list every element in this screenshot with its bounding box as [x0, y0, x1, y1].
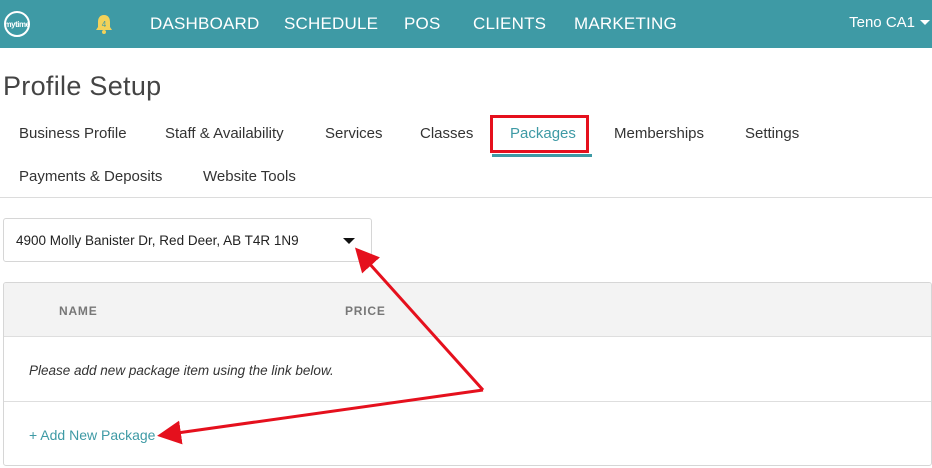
top-navigation-bar: mytime 4 DASHBOARD SCHEDULE POS CLIENTS … — [0, 0, 932, 48]
tab-packages[interactable]: Packages — [510, 125, 576, 142]
empty-state-message: Please add new package item using the li… — [29, 363, 334, 378]
location-select-value: 4900 Molly Banister Dr, Red Deer, AB T4R… — [16, 232, 299, 248]
notification-bell-icon[interactable]: 4 — [94, 13, 114, 35]
caret-down-icon — [343, 238, 355, 244]
row-divider — [4, 401, 931, 402]
user-name: Teno CA1 — [849, 14, 915, 31]
column-header-price: PRICE — [345, 304, 386, 318]
tab-website-tools[interactable]: Website Tools — [203, 168, 296, 185]
nav-clients[interactable]: CLIENTS — [473, 14, 546, 34]
tabs-divider — [0, 197, 932, 198]
location-select[interactable]: 4900 Molly Banister Dr, Red Deer, AB T4R… — [3, 218, 372, 262]
tab-settings[interactable]: Settings — [745, 125, 799, 142]
tab-classes[interactable]: Classes — [420, 125, 473, 142]
chevron-down-icon — [920, 20, 930, 25]
logo-text: mytime — [4, 19, 31, 29]
mytime-logo[interactable]: mytime — [4, 11, 60, 37]
packages-table: NAME PRICE Please add new package item u… — [3, 282, 932, 466]
nav-marketing[interactable]: MARKETING — [574, 14, 677, 34]
tab-memberships[interactable]: Memberships — [614, 125, 704, 142]
tab-business-profile[interactable]: Business Profile — [19, 125, 127, 142]
notification-count: 4 — [102, 20, 107, 29]
column-header-name: NAME — [59, 304, 98, 318]
active-tab-indicator — [492, 154, 592, 157]
add-new-package-link[interactable]: + Add New Package — [29, 427, 155, 443]
table-header: NAME PRICE — [4, 283, 931, 337]
user-menu[interactable]: Teno CA1 — [849, 14, 930, 31]
nav-pos[interactable]: POS — [404, 14, 441, 34]
nav-dashboard[interactable]: DASHBOARD — [150, 14, 260, 34]
tab-payments-deposits[interactable]: Payments & Deposits — [19, 168, 162, 185]
tab-staff-availability[interactable]: Staff & Availability — [165, 125, 284, 142]
nav-schedule[interactable]: SCHEDULE — [284, 14, 378, 34]
page-title: Profile Setup — [3, 71, 162, 101]
logo-mark: mytime — [4, 11, 30, 37]
tab-services[interactable]: Services — [325, 125, 383, 142]
